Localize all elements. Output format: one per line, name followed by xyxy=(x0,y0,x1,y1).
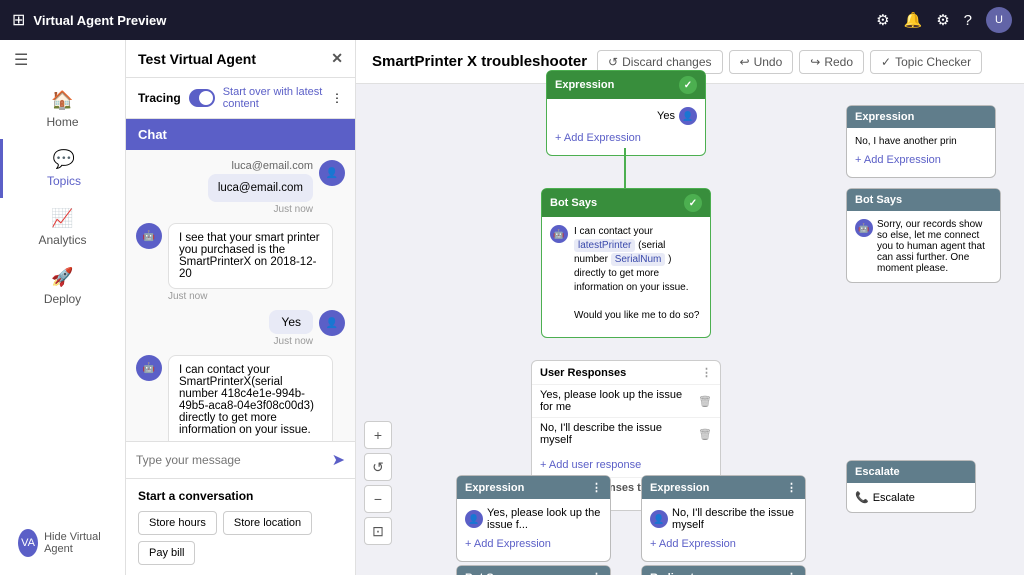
sidebar-item-analytics[interactable]: 📈 Analytics xyxy=(0,198,125,257)
check-badge-1: ✓ xyxy=(679,76,697,94)
message-bot-2: 🤖 I can contact your SmartPrinterX(seria… xyxy=(136,355,345,441)
expression-node-1[interactable]: Expression ✓ Yes 👤 + Add Expression xyxy=(546,70,706,156)
bot-avatar-1: 🤖 xyxy=(136,223,162,249)
message-bot-1: 🤖 I see that your smart printer you purc… xyxy=(136,223,345,302)
bot-says-node-1[interactable]: Bot Says ✓ 🤖 I can contact your latestPr… xyxy=(541,188,711,338)
bot-bubble-2: I can contact your SmartPrinterX(serial … xyxy=(168,355,333,441)
tracing-label: Tracing xyxy=(138,91,181,105)
panel-title: Test Virtual Agent xyxy=(138,51,256,67)
sidebar: ☰ 🏠 Home 💬 Topics 📈 Analytics 🚀 Deploy V… xyxy=(0,40,126,575)
flow-canvas: Expression ✓ Yes 👤 + Add Expression Bot … xyxy=(356,40,1024,575)
conv-btn-hours[interactable]: Store hours xyxy=(138,511,217,535)
escalate-icon: 📞 xyxy=(855,491,869,504)
hide-va-label: Hide Virtual Agent xyxy=(44,531,107,555)
conversation-start-section: Start a conversation Store hours Store l… xyxy=(126,478,355,575)
expression-node-3[interactable]: Expression ⋮ 👤 No, I'll describe the iss… xyxy=(641,475,806,562)
check-badge-2: ✓ xyxy=(684,194,702,212)
user-avatar-2: 👤 xyxy=(319,310,345,336)
restart-label[interactable]: Start over with latest content xyxy=(223,86,323,110)
add-expression-2[interactable]: + Add Expression xyxy=(465,535,602,553)
user-reply-bubble: Yes xyxy=(269,310,313,334)
zoom-controls: + ↺ − ⊡ xyxy=(364,421,392,545)
expression-node-2[interactable]: Expression ⋮ 👤 Yes, please look up the i… xyxy=(456,475,611,562)
zoom-in-button[interactable]: + xyxy=(364,421,392,449)
user-avatar[interactable]: U xyxy=(986,7,1012,33)
conv-btn-location[interactable]: Store location xyxy=(223,511,312,535)
help-icon[interactable]: ? xyxy=(964,12,972,29)
analytics-icon: 📈 xyxy=(51,208,73,229)
tracing-bar: Tracing Start over with latest content ⋮ xyxy=(126,78,355,119)
add-expression-1[interactable]: + Add Expression xyxy=(555,129,697,147)
add-expression-3[interactable]: + Add Expression xyxy=(650,535,797,553)
va-avatar: VA xyxy=(18,529,38,557)
reset-button[interactable]: ↺ xyxy=(364,453,392,481)
chat-section-header: Chat xyxy=(126,119,355,150)
settings-icon[interactable]: ⚙ xyxy=(876,11,889,29)
bot-right-avatar: 🤖 xyxy=(855,219,873,237)
user-response-row-1[interactable]: Yes, please look up the issue for me 🗑 xyxy=(532,384,720,417)
conversation-start-buttons: Store hours Store location Pay bill xyxy=(138,511,343,565)
topics-icon: 💬 xyxy=(53,149,75,170)
panel-header: Test Virtual Agent ✕ xyxy=(126,40,355,78)
zoom-out-button[interactable]: − xyxy=(364,485,392,513)
expression-right-node[interactable]: Expression No, I have another prin + Add… xyxy=(846,105,996,178)
user-avatar-1: 👤 xyxy=(319,160,345,186)
grid-icon: ⊞ xyxy=(12,10,25,30)
sidebar-item-home[interactable]: 🏠 Home xyxy=(0,80,125,139)
flow-canvas-area: SmartPrinter X troubleshooter ↺ Discard … xyxy=(356,40,1024,575)
bot-says-right-node[interactable]: Bot Says 🤖 Sorry, our records show so el… xyxy=(846,188,1001,283)
conv-btn-pay[interactable]: Pay bill xyxy=(138,541,195,565)
send-icon[interactable]: ➤ xyxy=(332,450,345,470)
bot-says-node-2[interactable]: Bot Says ⋮ 🤖 Ok, I am contacting the pri… xyxy=(456,565,611,575)
escalate-node[interactable]: Escalate 📞 Escalate xyxy=(846,460,976,513)
toggle-knob xyxy=(199,91,213,105)
chat-input-bar: ➤ xyxy=(126,441,355,478)
user-bubble-1: luca@email.com xyxy=(208,174,313,202)
add-expression-right[interactable]: + Add Expression xyxy=(855,151,987,169)
chat-body[interactable]: luca@email.com luca@email.com Just now 👤… xyxy=(126,150,355,441)
conversation-start-title: Start a conversation xyxy=(138,489,343,503)
expr3-avatar: 👤 xyxy=(650,510,668,528)
sidebar-item-analytics-label: Analytics xyxy=(38,233,86,247)
chat-input-field[interactable] xyxy=(136,453,332,467)
hamburger-button[interactable]: ☰ xyxy=(0,40,125,80)
add-user-response[interactable]: + Add user response xyxy=(532,450,720,477)
hide-virtual-agent-button[interactable]: VA Hide Virtual Agent xyxy=(10,521,115,565)
fit-button[interactable]: ⊡ xyxy=(364,517,392,545)
chat-panel: Test Virtual Agent ✕ Tracing Start over … xyxy=(126,40,356,575)
message-user-1: luca@email.com luca@email.com Just now 👤 xyxy=(136,160,345,215)
delete-row-2[interactable]: 🗑 xyxy=(698,428,712,441)
connector-1 xyxy=(624,148,626,188)
bot-avatar-2: 🤖 xyxy=(136,355,162,381)
sidebar-item-deploy[interactable]: 🚀 Deploy xyxy=(0,257,125,316)
expr2-avatar: 👤 xyxy=(465,510,483,528)
topbar: ⊞ Virtual Agent Preview ⚙ 🔔 ⚙ ? U xyxy=(0,0,1024,40)
message-user-reply: Yes Just now 👤 xyxy=(136,310,345,347)
bell-icon[interactable]: 🔔 xyxy=(904,11,923,29)
home-icon: 🏠 xyxy=(51,90,73,111)
sidebar-item-deploy-label: Deploy xyxy=(44,292,81,306)
close-icon[interactable]: ✕ xyxy=(331,50,343,67)
tracing-more-icon[interactable]: ⋮ xyxy=(331,91,343,105)
app-title: Virtual Agent Preview xyxy=(33,13,166,28)
user-response-row-2[interactable]: No, I'll describe the issue myself 🗑 xyxy=(532,417,720,450)
node-avatar-1: 👤 xyxy=(679,107,697,125)
bot-bubble-1: I see that your smart printer you purcha… xyxy=(168,223,333,289)
delete-row-1[interactable]: 🗑 xyxy=(698,395,712,408)
redirect-node[interactable]: Redirect ⋮ 🔄 Printer - Printer is not pr… xyxy=(641,565,806,575)
gear-icon[interactable]: ⚙ xyxy=(936,11,949,29)
deploy-icon: 🚀 xyxy=(51,267,73,288)
sidebar-item-topics[interactable]: 💬 Topics xyxy=(0,139,125,198)
tracing-toggle[interactable] xyxy=(189,89,215,107)
sidebar-item-topics-label: Topics xyxy=(47,174,81,188)
bot-node-avatar: 🤖 xyxy=(550,225,568,243)
sidebar-item-home-label: Home xyxy=(46,115,78,129)
